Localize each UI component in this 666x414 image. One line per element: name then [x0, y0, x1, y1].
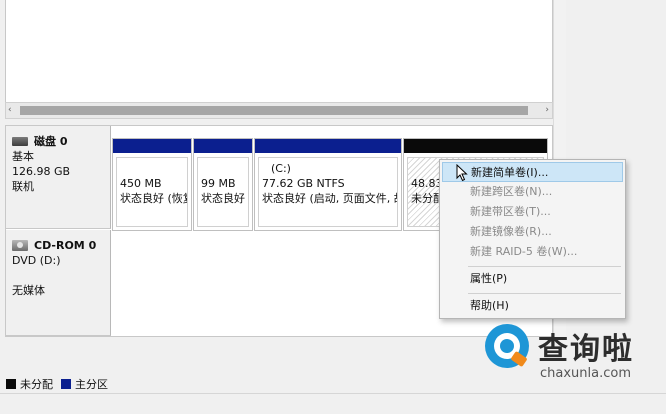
menu-item-new-raid5-volume[interactable]: 新建 RAID-5 卷(W)... — [442, 242, 623, 262]
scroll-right-arrow-icon[interactable]: › — [545, 105, 549, 115]
partition-efi[interactable]: 99 MB 状态良好 (EFI 系统分区) — [193, 138, 253, 231]
legend-label-primary: 主分区 — [75, 378, 108, 391]
legend-label-unallocated: 未分配 — [20, 378, 53, 391]
volume-list-pane[interactable] — [5, 0, 553, 102]
disk-0-title: 磁盘 0 — [12, 134, 110, 149]
disk-0-size: 126.98 GB — [12, 165, 71, 178]
cd-drive-icon — [12, 240, 28, 251]
menu-separator — [468, 293, 621, 294]
horizontal-scrollbar[interactable]: ‹ › — [5, 102, 553, 119]
disk-0-name: 磁盘 0 — [34, 135, 68, 148]
primary-partition-bar — [113, 139, 191, 153]
partition-size: 99 MB — [201, 177, 236, 190]
cdrom-0-label[interactable]: CD-ROM 0 DVD (D:) 无媒体 — [6, 230, 111, 336]
menu-separator — [468, 266, 621, 267]
watermark: 查询啦 chaxunla.com — [480, 318, 666, 388]
partition-status: 状态良好 (恢复分区) — [120, 192, 187, 205]
cdrom-0-name: CD-ROM 0 — [34, 239, 97, 252]
partition-size: 77.62 GB NTFS — [262, 177, 345, 190]
cdrom-0-type: DVD (D:) — [12, 254, 61, 267]
disk-0-label[interactable]: 磁盘 0 基本 126.98 GB 联机 — [6, 126, 111, 229]
partition-recovery[interactable]: 450 MB 状态良好 (恢复分区) — [112, 138, 192, 231]
status-bar — [0, 393, 666, 414]
menu-item-help[interactable]: 帮助(H) — [442, 296, 623, 316]
cdrom-0-status: 无媒体 — [12, 284, 45, 297]
mouse-cursor-icon — [456, 164, 468, 182]
legend-swatch-unallocated — [6, 379, 16, 389]
menu-item-new-simple-volume[interactable]: 新建简单卷(I)... — [442, 162, 623, 182]
scroll-left-arrow-icon[interactable]: ‹ — [8, 105, 12, 115]
cdrom-0-title: CD-ROM 0 — [12, 238, 110, 253]
watermark-text: 查询啦 — [538, 332, 634, 367]
legend: 未分配 主分区 — [6, 376, 108, 392]
unallocated-bar — [404, 139, 547, 153]
disk-0-type: 基本 — [12, 150, 34, 163]
scrollbar-thumb[interactable] — [20, 106, 528, 115]
partition-status: 状态良好 (EFI 系统分区) — [201, 192, 248, 205]
disk-0-status: 联机 — [12, 180, 34, 193]
watermark-url: chaxunla.com — [540, 366, 631, 381]
primary-partition-bar — [255, 139, 401, 153]
partition-drive-letter: (C:) — [271, 162, 291, 175]
hard-disk-icon — [12, 137, 28, 146]
partition-body: (C:) 77.62 GB NTFS 状态良好 (启动, 页面文件, 故障转储,… — [258, 157, 398, 227]
partition-body: 450 MB 状态良好 (恢复分区) — [116, 157, 188, 227]
partition-c-drive[interactable]: (C:) 77.62 GB NTFS 状态良好 (启动, 页面文件, 故障转储,… — [254, 138, 402, 231]
menu-item-new-spanned-volume[interactable]: 新建跨区卷(N)... — [442, 182, 623, 202]
context-menu: 新建简单卷(I)... 新建跨区卷(N)... 新建带区卷(T)... 新建镜像… — [439, 159, 626, 319]
primary-partition-bar — [194, 139, 252, 153]
menu-item-properties[interactable]: 属性(P) — [442, 269, 623, 289]
menu-item-new-mirrored-volume[interactable]: 新建镜像卷(R)... — [442, 222, 623, 242]
legend-swatch-primary — [61, 379, 71, 389]
partition-body: 99 MB 状态良好 (EFI 系统分区) — [197, 157, 249, 227]
menu-item-new-striped-volume[interactable]: 新建带区卷(T)... — [442, 202, 623, 222]
partition-status: 状态良好 (启动, 页面文件, 故障转储, 主分区) — [262, 192, 397, 205]
partition-size: 450 MB — [120, 177, 162, 190]
